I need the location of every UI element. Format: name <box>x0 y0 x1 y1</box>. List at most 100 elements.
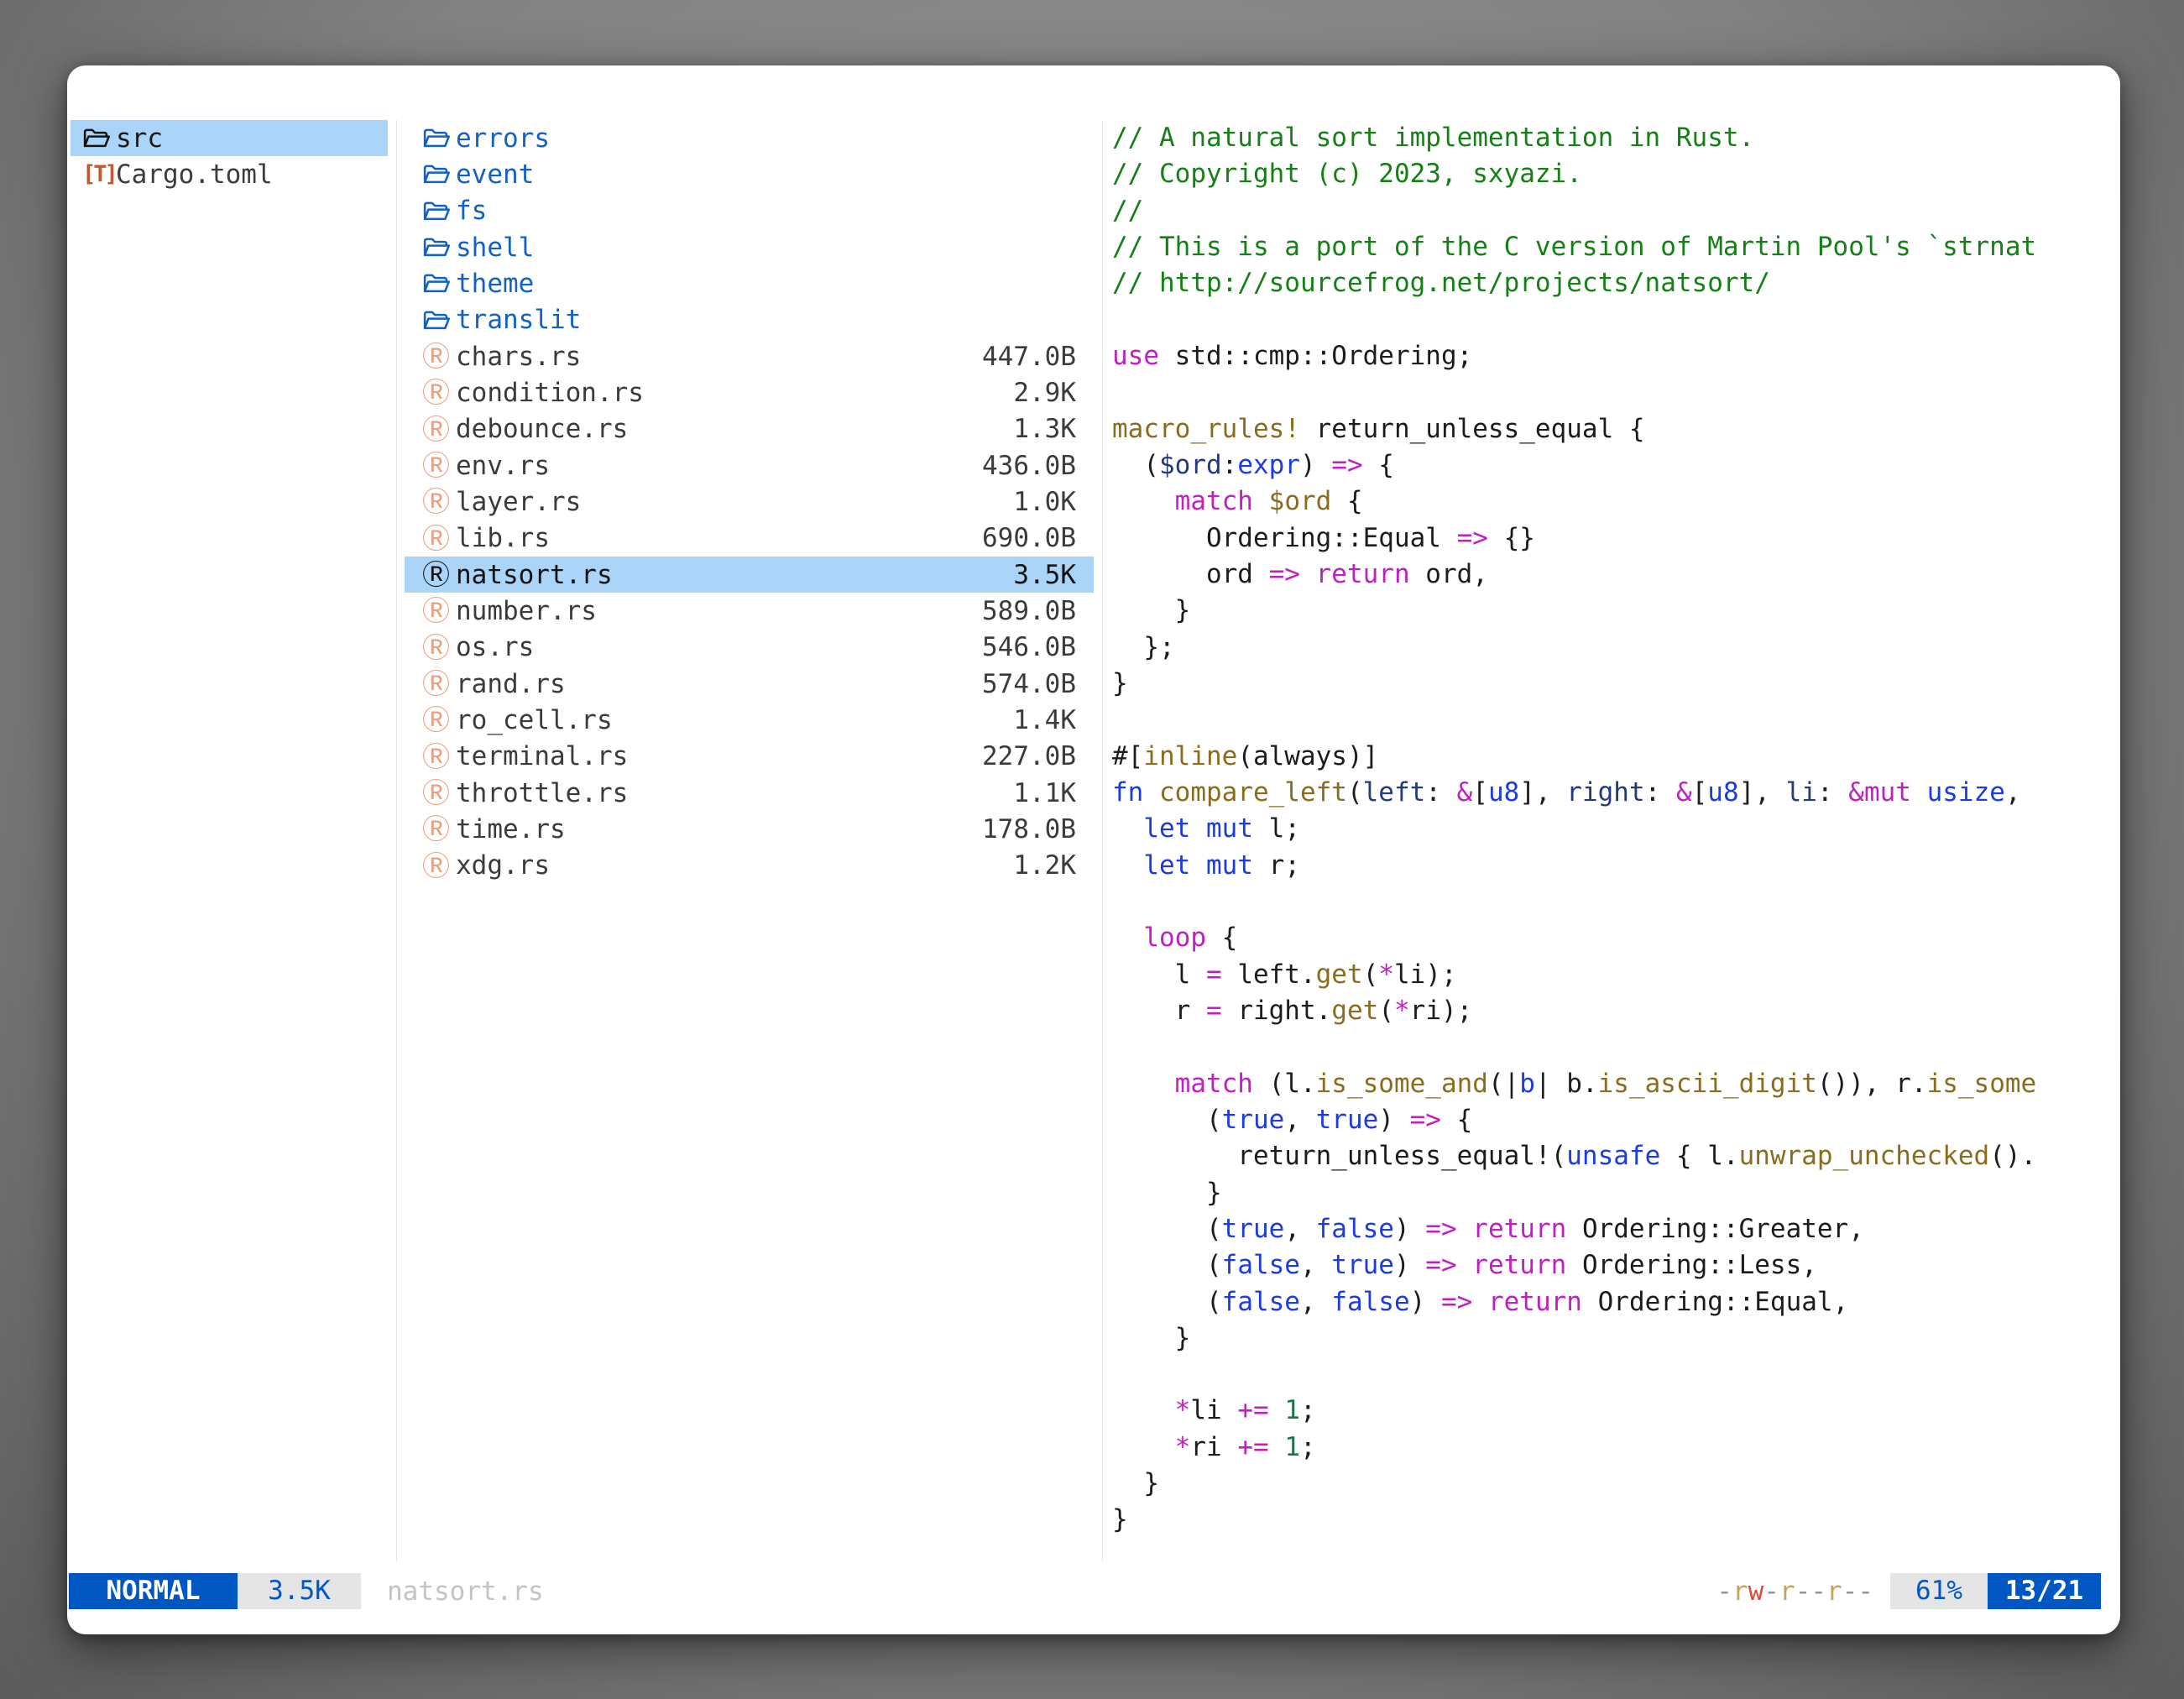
code-line: // http://sourcefrog.net/projects/natsor… <box>1112 265 2113 301</box>
file-name: translit <box>456 305 581 335</box>
file-row-natsort-rs[interactable]: Ⓡnatsort.rs3.5K <box>405 557 1094 593</box>
file-name: ro_cell.rs <box>456 705 613 735</box>
file-size: 574.0B <box>982 669 1076 699</box>
code-line <box>1112 702 2113 738</box>
open-folder-icon <box>422 126 456 150</box>
file-row-rand-rs[interactable]: Ⓡrand.rs574.0B <box>405 666 1094 702</box>
code-line: } <box>1112 1502 2113 1538</box>
open-folder-icon <box>422 235 456 259</box>
code-line <box>1112 1029 2113 1065</box>
code-line: use std::cmp::Ordering; <box>1112 338 2113 374</box>
rust-lang-icon: Ⓡ <box>422 452 456 479</box>
file-row-theme[interactable]: theme <box>405 265 1094 301</box>
file-name: shell <box>456 233 534 263</box>
file-size: 1.2K <box>1013 850 1076 881</box>
code-line: } <box>1112 1320 2113 1357</box>
file-size: 1.1K <box>1013 778 1076 808</box>
file-row-time-rs[interactable]: Ⓡtime.rs 178.0B <box>405 811 1094 847</box>
file-name: fs <box>456 196 487 226</box>
code-line <box>1112 1357 2113 1393</box>
file-name: src <box>116 123 163 154</box>
code-line: // A natural sort implementation in Rust… <box>1112 120 2113 156</box>
open-folder-icon <box>422 308 456 332</box>
file-row-cargo-toml[interactable]: [T]Cargo.toml <box>71 156 388 192</box>
rust-lang-icon: Ⓡ <box>422 670 456 698</box>
file-size: 178.0B <box>982 814 1076 844</box>
rust-lang-icon: Ⓡ <box>422 379 456 406</box>
rust-lang-icon: Ⓡ <box>422 706 456 734</box>
file-row-lib-rs[interactable]: Ⓡlib.rs690.0B <box>405 520 1094 557</box>
code-line: } <box>1112 593 2113 629</box>
file-size: 447.0B <box>982 342 1076 372</box>
parent-directory-pane: src[T]Cargo.toml <box>71 120 388 193</box>
file-size: 227.0B <box>982 741 1076 771</box>
code-line: // <box>1112 193 2113 229</box>
code-line: return_unless_equal!(unsafe { l.unwrap_u… <box>1112 1138 2113 1174</box>
file-name: number.rs <box>456 596 597 626</box>
status-bar: NORMAL 3.5K natsort.rs -rw-r--r-- 61% 13… <box>69 1573 2101 1609</box>
rust-lang-icon: Ⓡ <box>422 815 456 843</box>
code-line: (false, true) => return Ordering::Less, <box>1112 1247 2113 1283</box>
file-name: throttle.rs <box>456 778 628 808</box>
file-size: 1.3K <box>1013 414 1076 444</box>
code-line: let mut r; <box>1112 848 2113 884</box>
rust-lang-icon: Ⓡ <box>422 525 456 552</box>
file-row-condition-rs[interactable]: Ⓡcondition.rs2.9K <box>405 374 1094 410</box>
code-line: // Copyright (c) 2023, sxyazi. <box>1112 156 2113 192</box>
code-line: }; <box>1112 630 2113 666</box>
code-line: (true, true) => { <box>1112 1102 2113 1138</box>
file-name: errors <box>456 123 550 154</box>
rust-lang-icon: Ⓡ <box>422 779 456 807</box>
file-name: theme <box>456 269 534 299</box>
cursor-position-badge: 13/21 <box>1988 1573 2101 1609</box>
file-row-xdg-rs[interactable]: Ⓡxdg.rs1.2K <box>405 848 1094 884</box>
file-row-event[interactable]: event <box>405 156 1094 192</box>
code-line: match (l.is_some_and(|b| b.is_ascii_digi… <box>1112 1066 2113 1102</box>
code-line: // This is a port of the C version of Ma… <box>1112 229 2113 265</box>
scroll-percent-badge: 61% <box>1890 1573 1988 1609</box>
file-row-os-rs[interactable]: Ⓡos.rs546.0B <box>405 630 1094 666</box>
file-row-errors[interactable]: errors <box>405 120 1094 156</box>
file-row-debounce-rs[interactable]: Ⓡdebounce.rs1.3K <box>405 411 1094 447</box>
rust-lang-icon: Ⓡ <box>422 597 456 625</box>
file-row-layer-rs[interactable]: Ⓡlayer.rs1.0K <box>405 484 1094 520</box>
open-folder-icon <box>422 271 456 295</box>
file-row-throttle-rs[interactable]: Ⓡthrottle.rs 1.1K <box>405 775 1094 811</box>
code-line: } <box>1112 666 2113 702</box>
code-line <box>1112 884 2113 920</box>
code-line <box>1112 302 2113 338</box>
file-row-ro-cell-rs[interactable]: Ⓡro_cell.rs 1.4K <box>405 702 1094 738</box>
rust-lang-icon: Ⓡ <box>422 634 456 661</box>
file-row-number-rs[interactable]: Ⓡnumber.rs 589.0B <box>405 593 1094 629</box>
code-line: ord => return ord, <box>1112 557 2113 593</box>
code-line: *li += 1; <box>1112 1393 2113 1429</box>
code-line: (true, false) => return Ordering::Greate… <box>1112 1211 2113 1247</box>
file-row-terminal-rs[interactable]: Ⓡterminal.rs227.0B <box>405 739 1094 775</box>
file-size: 436.0B <box>982 451 1076 481</box>
file-row-shell[interactable]: shell <box>405 229 1094 265</box>
file-row-src[interactable]: src <box>71 120 388 156</box>
open-folder-icon <box>82 126 116 150</box>
file-name: event <box>456 159 534 190</box>
file-preview-pane[interactable]: // A natural sort implementation in Rust… <box>1112 120 2113 1572</box>
file-size: 1.4K <box>1013 705 1076 735</box>
rust-lang-icon: Ⓡ <box>422 488 456 515</box>
rust-lang-icon: Ⓡ <box>422 743 456 771</box>
file-row-chars-rs[interactable]: Ⓡchars.rs447.0B <box>405 338 1094 374</box>
code-line: *ri += 1; <box>1112 1430 2113 1466</box>
file-name: xdg.rs <box>456 850 550 881</box>
rust-lang-icon: Ⓡ <box>422 561 456 588</box>
file-name: time.rs <box>456 814 566 844</box>
file-size-badge: 3.5K <box>238 1573 361 1609</box>
code-line: ($ord:expr) => { <box>1112 447 2113 484</box>
file-row-fs[interactable]: fs <box>405 193 1094 229</box>
file-size: 589.0B <box>982 596 1076 626</box>
status-filename: natsort.rs <box>387 1576 544 1607</box>
rust-lang-icon: Ⓡ <box>422 342 456 370</box>
file-row-translit[interactable]: translit <box>405 302 1094 338</box>
pane-divider-right <box>1102 120 1103 1561</box>
file-name: os.rs <box>456 632 534 662</box>
file-permissions: -rw-r--r-- <box>1716 1576 1873 1607</box>
file-row-env-rs[interactable]: Ⓡenv.rs436.0B <box>405 447 1094 484</box>
code-line <box>1112 374 2113 410</box>
